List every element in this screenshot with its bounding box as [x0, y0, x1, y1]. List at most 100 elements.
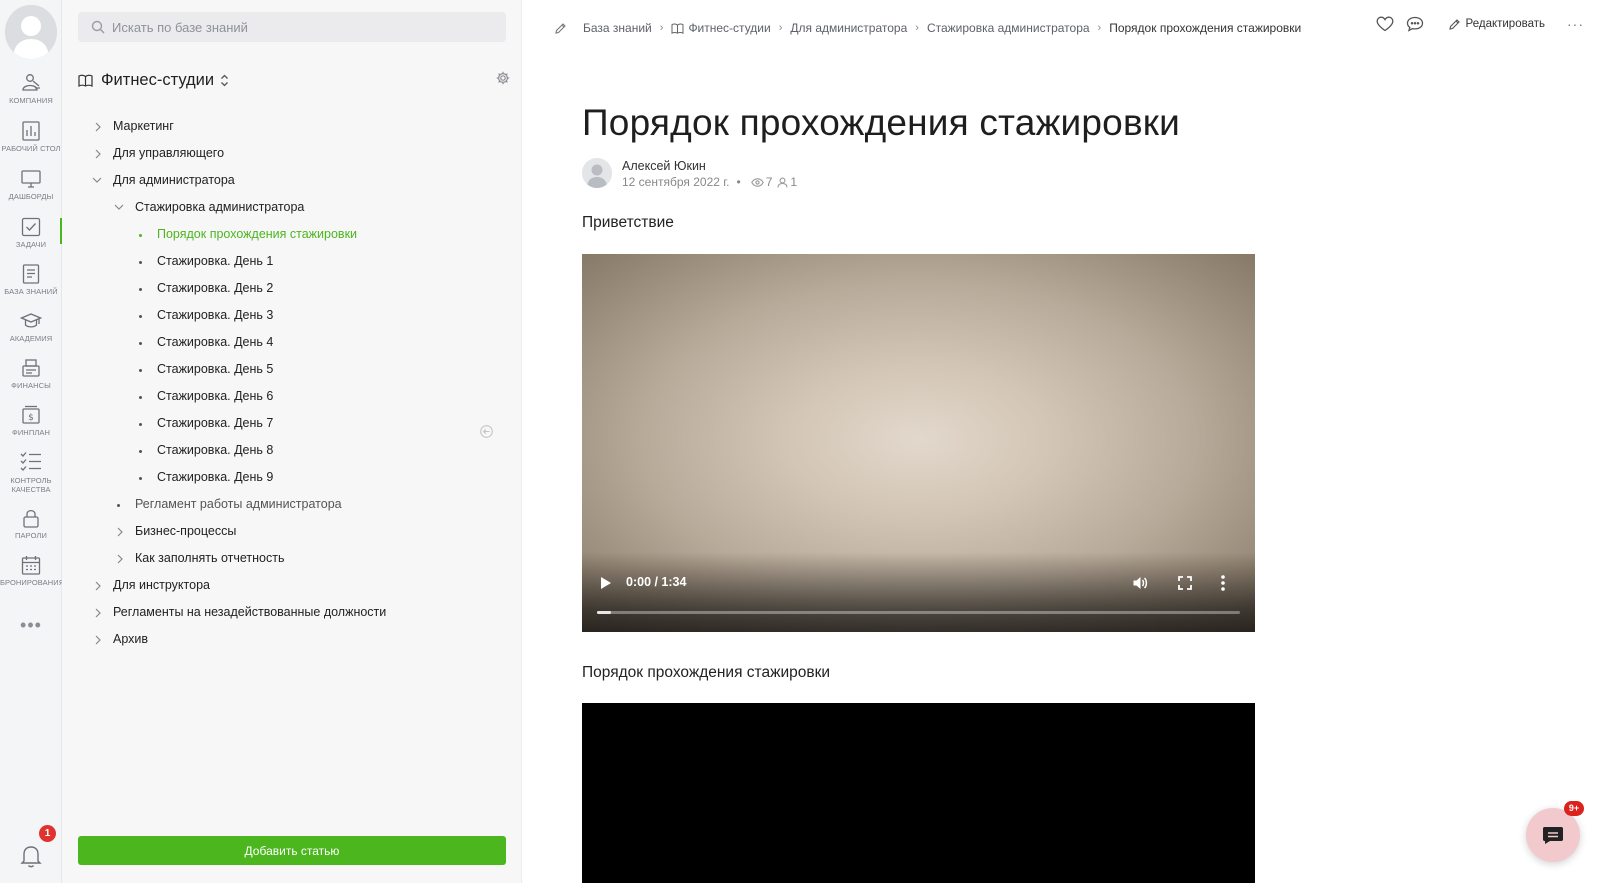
video-player-greeting[interactable]: 0:00 / 1:34 [582, 254, 1255, 632]
tree-item-day-5[interactable]: Стажировка. День 5 [62, 356, 522, 383]
rail-item-company[interactable]: Компания [0, 72, 62, 105]
bullet [139, 261, 142, 264]
chevron-right-icon [95, 635, 101, 645]
rail-item-passwords[interactable]: Пароли [0, 507, 62, 540]
rail-item-tasks[interactable]: Задачи [0, 216, 63, 249]
tree-item-label: Регламент работы администратора [135, 497, 342, 511]
svg-text:$: $ [28, 413, 34, 423]
article-view: База знаний › Фитнес-студии › Для админи… [522, 0, 1600, 883]
chevron-right-icon [95, 149, 101, 159]
rail-item-academy[interactable]: Академия [0, 310, 62, 343]
more-actions-button[interactable]: ··· [1567, 16, 1584, 32]
bell-icon[interactable] [18, 843, 44, 869]
chat-widget-button[interactable] [1526, 808, 1580, 862]
tree-item-label: Для управляющего [113, 146, 225, 160]
video-player-procedure[interactable] [582, 703, 1255, 883]
rail-item-dashboards[interactable]: Дашборды [0, 168, 62, 201]
tree-item-day-4[interactable]: Стажировка. День 4 [62, 329, 522, 356]
tree-item-admin-internship[interactable]: Стажировка администратора [62, 194, 522, 221]
knowledge-base-panel: Фитнес-студии Маркетинг Для управляющего… [62, 0, 522, 883]
edit-button[interactable]: Редактировать [1448, 18, 1545, 31]
tree-item-for-manager[interactable]: Для управляющего [62, 140, 522, 167]
author-name[interactable]: Алексей Юкин [622, 158, 797, 174]
heart-icon[interactable] [1376, 16, 1394, 32]
volume-icon[interactable] [1132, 575, 1148, 591]
user-silhouette-icon [5, 5, 57, 59]
breadcrumb-admin-internship[interactable]: Стажировка администратора [927, 21, 1090, 35]
breadcrumb-for-admin[interactable]: Для администратора [790, 21, 907, 35]
rail-item-finplan[interactable]: $ Финплан [0, 404, 62, 437]
breadcrumb-knowledge-base[interactable]: База знаний [583, 21, 652, 35]
notification-badge: 1 [39, 825, 56, 842]
search-box[interactable] [78, 12, 506, 42]
chevron-right-icon [95, 608, 101, 618]
breadcrumb-separator: › [778, 22, 783, 34]
chat-icon [1543, 827, 1563, 844]
tree-item-label: Стажировка. День 6 [157, 389, 274, 403]
tree-item-internship-procedure[interactable]: Порядок прохождения стажировки [62, 221, 522, 248]
bullet [139, 342, 142, 345]
tree-item-for-admin[interactable]: Для администратора [62, 167, 522, 194]
tree-item-reporting[interactable]: Как заполнять отчетность [62, 545, 522, 572]
tree-item-label: Как заполнять отчетность [135, 551, 285, 565]
author-block: Алексей Юкин 12 сентября 2022 г. • 7 1 [582, 158, 797, 191]
video-menu-icon[interactable] [1220, 574, 1226, 592]
bullet [139, 477, 142, 480]
tree-item-day-9[interactable]: Стажировка. День 9 [62, 464, 522, 491]
section-heading-greeting: Приветствие [582, 214, 674, 231]
chevron-right-icon [117, 527, 123, 537]
video-time: 0:00 / 1:34 [626, 575, 687, 589]
tree-item-day-1[interactable]: Стажировка. День 1 [62, 248, 522, 275]
video-controls: 0:00 / 1:34 [582, 571, 1255, 595]
collapse-panel-icon[interactable] [480, 425, 493, 438]
tree-item-marketing[interactable]: Маркетинг [62, 113, 522, 140]
views-count: 7 [765, 175, 773, 189]
rail-more-button[interactable]: ••• [0, 615, 62, 636]
chevron-down-icon [114, 204, 124, 210]
author-avatar[interactable] [582, 158, 612, 188]
section-heading-procedure: Порядок прохождения стажировки [582, 664, 831, 681]
tree-item-day-6[interactable]: Стажировка. День 6 [62, 383, 522, 410]
tree-item-unused-positions[interactable]: Регламенты на незадействованные должност… [62, 599, 522, 626]
breadcrumb-separator: › [915, 22, 919, 34]
article-title: Порядок прохождения стажировки [582, 102, 1181, 143]
rail-item-desktop[interactable]: Рабочий стол [0, 120, 62, 153]
calendar-icon [21, 556, 41, 575]
rail-item-bookings[interactable]: Бронирования [0, 554, 64, 587]
rail-item-knowledge-base[interactable]: База знаний [0, 263, 62, 296]
search-input[interactable] [112, 12, 492, 42]
tree-item-label: Стажировка. День 3 [157, 308, 274, 322]
play-icon[interactable] [600, 576, 612, 590]
rail-item-label: Задачи [15, 240, 47, 249]
checkbox-icon [21, 217, 41, 237]
tree-item-day-3[interactable]: Стажировка. День 3 [62, 302, 522, 329]
fullscreen-icon[interactable] [1178, 576, 1192, 590]
tree-item-day-2[interactable]: Стажировка. День 2 [62, 275, 522, 302]
tree-item-admin-regulations[interactable]: Регламент работы администратора [62, 491, 522, 518]
gear-icon[interactable] [496, 71, 510, 85]
lock-icon [23, 509, 39, 528]
kb-selector[interactable]: Фитнес-студии [78, 69, 229, 91]
comment-icon[interactable] [1406, 16, 1424, 32]
tree-item-business-processes[interactable]: Бизнес-процессы [62, 518, 522, 545]
tree-item-label: Бизнес-процессы [135, 524, 237, 538]
chevron-right-icon [95, 122, 101, 132]
rail-item-finance[interactable]: Финансы [0, 357, 62, 390]
tree-item-label: Маркетинг [113, 119, 174, 133]
sort-chevrons-icon [221, 74, 229, 86]
rail-item-quality-control[interactable]: Контроль качества [0, 450, 62, 494]
tree-item-label: Стажировка. День 2 [157, 281, 274, 295]
video-progress-bar[interactable] [597, 611, 1240, 614]
kb-tree: Маркетинг Для управляющего Для администр… [62, 113, 522, 653]
pencil-icon[interactable] [554, 22, 567, 35]
bullet [139, 423, 142, 426]
add-article-button[interactable]: Добавить статью [78, 836, 506, 865]
breadcrumb-separator: › [1097, 22, 1102, 34]
tree-item-day-8[interactable]: Стажировка. День 8 [62, 437, 522, 464]
tree-item-for-instructor[interactable]: Для инструктора [62, 572, 522, 599]
breadcrumb-fitness-studios[interactable]: Фитнес-студии [688, 21, 770, 35]
tree-item-archive[interactable]: Архив [62, 626, 522, 653]
tree-item-day-7[interactable]: Стажировка. День 7 [62, 410, 522, 437]
user-avatar[interactable] [5, 5, 57, 59]
bullet [139, 315, 142, 318]
